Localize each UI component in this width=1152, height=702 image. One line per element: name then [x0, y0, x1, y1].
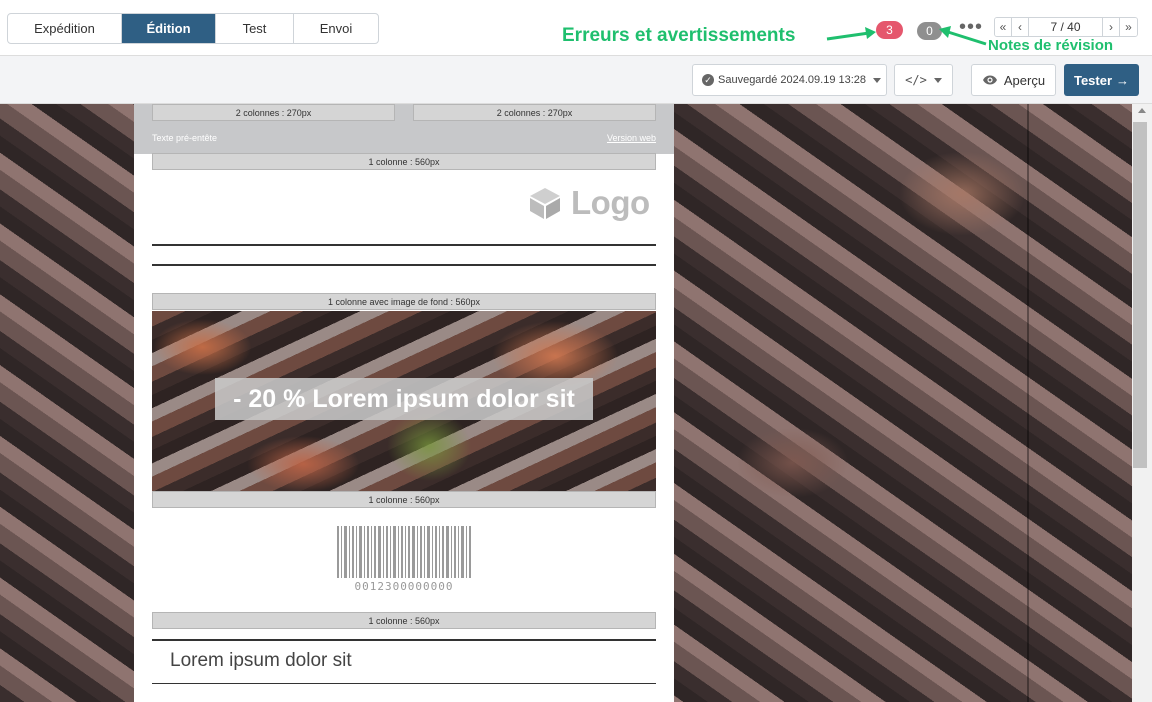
- top-bar: Expédition Édition Test Envoi Erreurs et…: [0, 0, 1152, 56]
- one-column-label: 1 colonne : 560px: [152, 153, 656, 170]
- pager-current-value[interactable]: 7 / 40: [1029, 18, 1103, 36]
- hero-promo-text: - 20 % Lorem ipsum dolor sit: [215, 378, 593, 420]
- errors-badge[interactable]: 3: [876, 21, 903, 39]
- divider-line: [152, 683, 656, 684]
- image-seam: [1027, 104, 1029, 702]
- saved-status-label: Sauvegardé 2024.09.19 13:28: [718, 74, 867, 86]
- chevron-down-icon: [933, 77, 942, 83]
- email-canvas: 2 colonnes : 270px 2 colonnes : 270px Te…: [0, 104, 1132, 702]
- background-image-right: [674, 104, 1132, 702]
- tab-test[interactable]: Test: [216, 14, 294, 43]
- preview-button[interactable]: Aperçu: [971, 64, 1056, 96]
- logo-text: Logo: [571, 184, 650, 221]
- tab-edition[interactable]: Édition: [122, 14, 216, 43]
- pager-next-button[interactable]: ›: [1103, 18, 1120, 36]
- vertical-scrollbar[interactable]: [1132, 104, 1152, 702]
- pager: « ‹ 7 / 40 › »: [994, 17, 1138, 37]
- tab-envoi[interactable]: Envoi: [294, 14, 378, 43]
- text-block-heading[interactable]: Lorem ipsum dolor sit: [170, 650, 352, 672]
- two-column-label-right: 2 colonnes : 270px: [413, 104, 656, 121]
- check-circle-icon: ✓: [702, 74, 714, 86]
- errors-annotation-label: Erreurs et avertissements: [562, 25, 796, 46]
- notes-annotation-label: Notes de révision: [988, 37, 1114, 54]
- chevron-down-icon: [873, 77, 882, 83]
- email-body: 2 colonnes : 270px 2 colonnes : 270px Te…: [134, 104, 674, 702]
- preheader-block[interactable]: 2 colonnes : 270px 2 colonnes : 270px Te…: [134, 104, 674, 154]
- hero-image-block[interactable]: - 20 % Lorem ipsum dolor sit: [152, 311, 656, 491]
- errors-arrow-icon: [826, 27, 876, 41]
- one-column-label: 1 colonne : 560px: [152, 491, 656, 508]
- test-button[interactable]: Tester →: [1064, 64, 1139, 96]
- preheader-text: Texte pré-entête: [152, 133, 218, 143]
- preview-label: Aperçu: [1003, 72, 1046, 88]
- background-image-left: [0, 104, 134, 702]
- barcode-number: 0012300000000: [354, 580, 454, 593]
- barcode-image[interactable]: [335, 526, 473, 578]
- two-column-label-left: 2 colonnes : 270px: [152, 104, 395, 121]
- eye-icon: [982, 75, 997, 85]
- arrow-right-icon: →: [1116, 72, 1130, 88]
- divider-line: [152, 264, 656, 266]
- background-image-column-label: 1 colonne avec image de fond : 560px: [152, 293, 656, 310]
- more-options-icon[interactable]: •••: [959, 16, 983, 39]
- pager-last-button[interactable]: »: [1120, 18, 1137, 36]
- editor-toolbar: ✓ Sauvegardé 2024.09.19 13:28 </> Aperçu…: [0, 56, 1152, 104]
- logo[interactable]: Logo: [528, 184, 650, 222]
- saved-status-dropdown[interactable]: ✓ Sauvegardé 2024.09.19 13:28: [692, 64, 887, 96]
- code-view-dropdown[interactable]: </>: [894, 64, 953, 96]
- divider-line: [152, 244, 656, 246]
- one-column-label: 1 colonne : 560px: [152, 612, 656, 629]
- scroll-up-arrow-icon[interactable]: [1138, 108, 1146, 113]
- code-icon: </>: [905, 73, 927, 87]
- tab-expedition[interactable]: Expédition: [8, 14, 122, 43]
- cube-logo-icon: [530, 188, 560, 219]
- test-label: Tester: [1073, 72, 1113, 88]
- web-version-link[interactable]: Version web: [607, 133, 656, 143]
- divider-line: [152, 639, 656, 641]
- workflow-tabs: Expédition Édition Test Envoi: [7, 13, 379, 44]
- scrollbar-thumb[interactable]: [1133, 122, 1147, 468]
- pager-prev-button[interactable]: ‹: [1012, 18, 1029, 36]
- pager-first-button[interactable]: «: [995, 18, 1012, 36]
